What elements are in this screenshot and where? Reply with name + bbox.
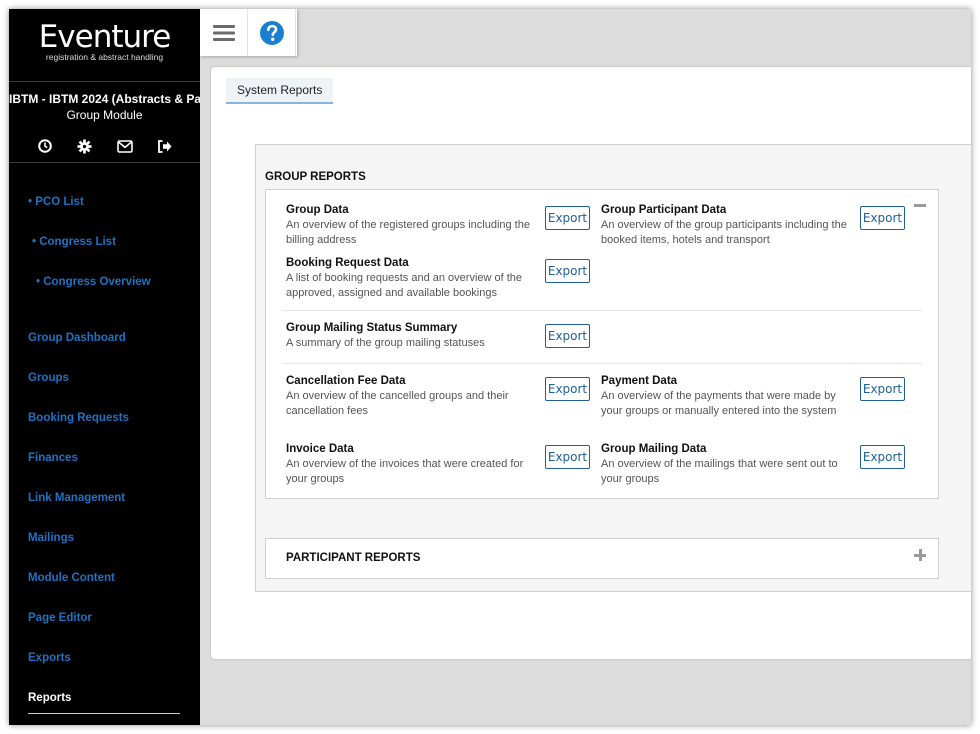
sidebar-item-exports[interactable]: Exports — [28, 652, 71, 664]
active-item-underline — [28, 713, 180, 714]
report-description: An overview of the invoices that were cr… — [286, 458, 524, 485]
tab-system-reports[interactable]: System Reports — [226, 78, 334, 104]
export-button-payment-data[interactable]: Export — [860, 377, 905, 401]
hamburger-menu-icon — [212, 24, 235, 41]
export-button-invoice-data[interactable]: Export — [545, 445, 590, 469]
module-name: Group Module — [66, 108, 143, 122]
sidebar-item-link-management[interactable]: Link Management — [28, 492, 125, 504]
sidebar-link-congress-overview[interactable]: • Congress Overview — [36, 276, 151, 288]
row-divider — [282, 363, 922, 364]
sidebar-divider — [9, 81, 200, 82]
sidebar-item-group-dashboard[interactable]: Group Dashboard — [28, 332, 126, 344]
row-divider — [282, 310, 922, 311]
report-description: An overview of the registered groups inc… — [286, 219, 530, 246]
envelope-icon[interactable] — [116, 137, 134, 155]
sidebar-item-reports[interactable]: Reports — [28, 692, 71, 704]
sidebar-item-module-content[interactable]: Module Content — [28, 572, 115, 584]
export-button-booking-request-data[interactable]: Export — [545, 259, 590, 283]
logo-tagline: registration & abstract handling — [45, 52, 164, 62]
report-description: An overview of the cancelled groups and … — [286, 390, 509, 417]
reports-container: GROUP REPORTS Group Data An overview of … — [255, 144, 971, 592]
clock-icon[interactable] — [36, 137, 54, 155]
export-button-group-mailing-data[interactable]: Export — [860, 445, 905, 469]
expand-plus-icon[interactable] — [914, 549, 926, 561]
sidebar-divider — [9, 162, 200, 163]
help-button[interactable] — [248, 9, 296, 56]
help-icon — [259, 20, 284, 45]
app-window: Eventure registration & abstract handlin… — [9, 9, 971, 725]
export-button-group-data[interactable]: Export — [545, 206, 590, 230]
collapse-minus-icon[interactable] — [914, 204, 926, 207]
top-toolbar — [200, 9, 297, 56]
sidebar-quick-actions — [9, 137, 200, 155]
report-description: A list of booking requests and an overvi… — [286, 272, 523, 299]
sidebar-link-pco-list[interactable]: • PCO List — [28, 196, 84, 208]
sidebar-item-booking-requests[interactable]: Booking Requests — [28, 412, 129, 424]
eventure-logo[interactable]: Eventure registration & abstract handlin… — [9, 21, 200, 62]
sidebar-link-congress-list[interactable]: • Congress List — [32, 236, 116, 248]
sidebar-item-groups[interactable]: Groups — [28, 372, 69, 384]
sidebar-item-page-editor[interactable]: Page Editor — [28, 612, 92, 624]
gear-icon[interactable] — [76, 137, 94, 155]
participant-reports-panel[interactable]: PARTICIPANT REPORTS — [265, 538, 939, 579]
report-description: An overview of the payments that were ma… — [601, 390, 837, 417]
export-button-cancellation-fee-data[interactable]: Export — [545, 377, 590, 401]
report-description: A summary of the group mailing statuses — [286, 337, 485, 349]
group-reports-panel: Group Data An overview of the registered… — [265, 189, 939, 499]
export-button-group-participant-data[interactable]: Export — [860, 206, 905, 230]
report-description: An overview of the mailings that were se… — [601, 458, 838, 485]
event-title: IBTM - IBTM 2024 (Abstracts & Par... — [9, 92, 200, 106]
main-panel: System Reports GROUP REPORTS Group Data … — [211, 67, 971, 659]
sidebar-item-finances[interactable]: Finances — [28, 452, 78, 464]
logo-wordmark: Eventure — [38, 19, 172, 55]
menu-toggle-button[interactable] — [200, 9, 248, 56]
export-button-group-mailing-status-summary[interactable]: Export — [545, 324, 590, 348]
group-reports-heading: GROUP REPORTS — [265, 171, 366, 183]
report-description: An overview of the group participants in… — [601, 219, 847, 246]
sidebar-item-mailings[interactable]: Mailings — [28, 532, 74, 544]
participant-reports-heading: PARTICIPANT REPORTS — [286, 552, 421, 564]
sign-out-icon[interactable] — [156, 137, 174, 155]
sidebar: Eventure registration & abstract handlin… — [9, 9, 200, 725]
